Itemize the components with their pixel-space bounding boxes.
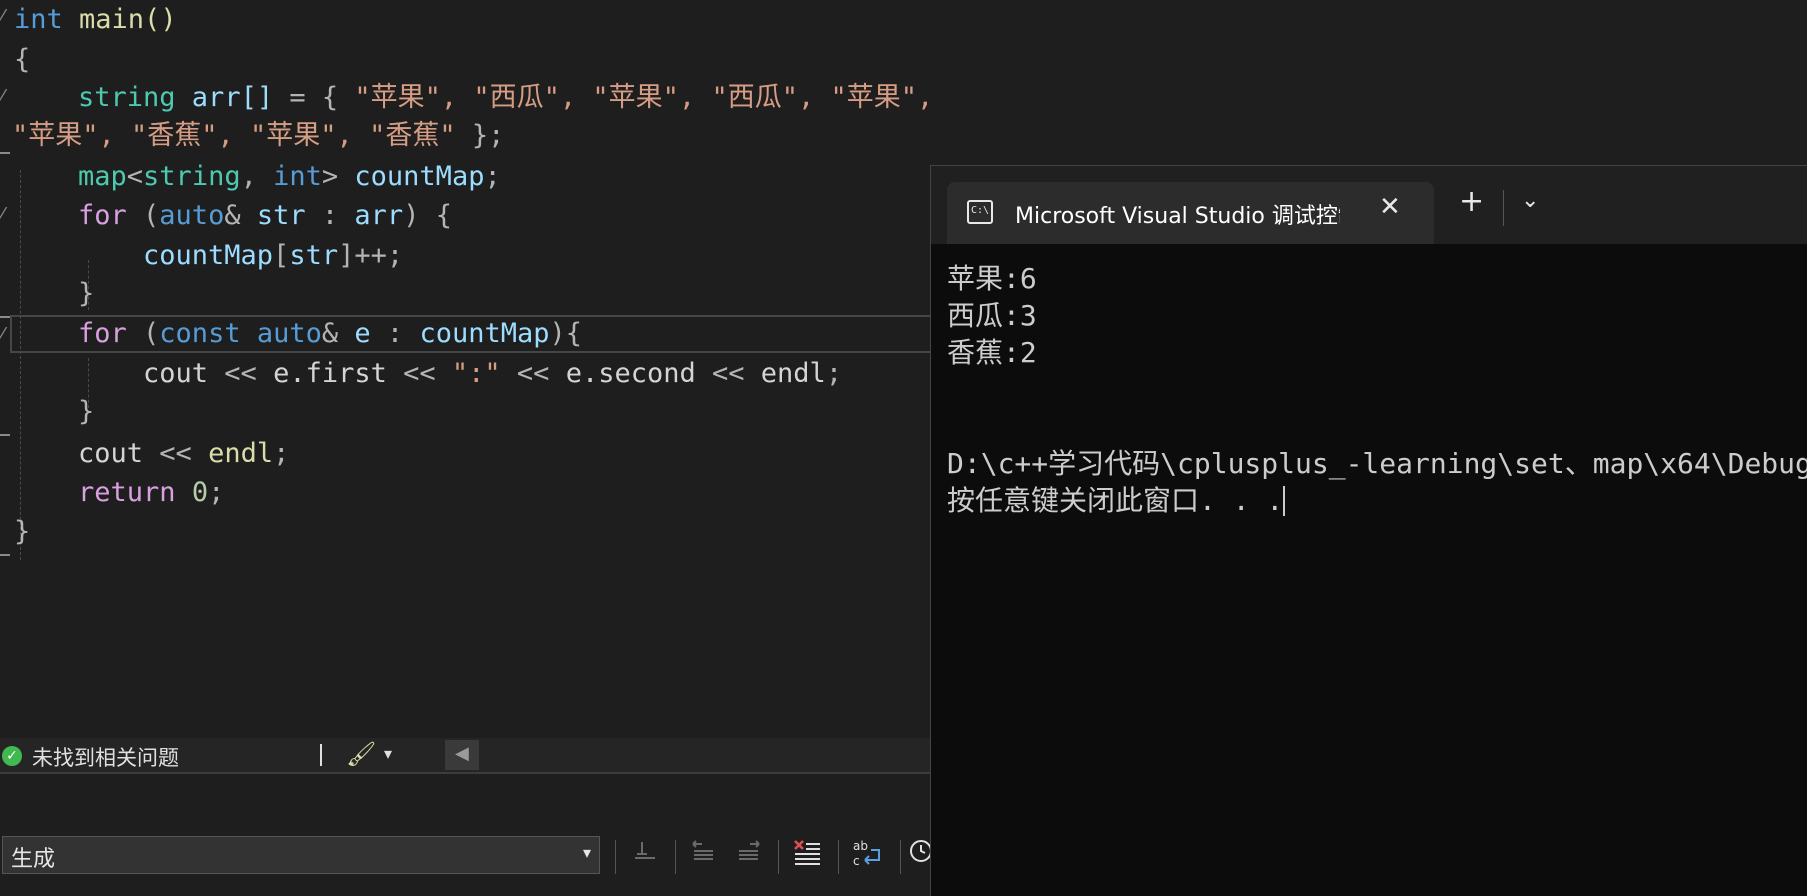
- code-line-4[interactable]: map<string, int> countMap;: [78, 157, 501, 197]
- code-line-7[interactable]: }: [78, 274, 94, 314]
- output-source-value: 生成: [11, 847, 56, 872]
- new-tab-button[interactable]: +: [1459, 184, 1484, 219]
- code-line-5[interactable]: for (auto& str : arr) {: [78, 196, 452, 236]
- prompt-line: 按任意键关闭此窗口. . .: [947, 482, 1807, 519]
- code-line-8[interactable]: for (const auto& e : countMap){: [78, 314, 582, 354]
- fold-end-marker: [0, 554, 10, 556]
- code-cleanup-brush-icon[interactable]: 🖌: [346, 740, 376, 768]
- output-line: 西瓜:3: [947, 299, 1037, 332]
- fold-marker-icon[interactable]: ⁄: [1, 204, 4, 225]
- code-line-9[interactable]: cout << e.first << ":" << e.second << en…: [143, 354, 842, 394]
- tab-title: Microsoft Visual Studio 调试控制台: [1015, 204, 1340, 229]
- indent-guide: [20, 170, 21, 560]
- find-message-icon[interactable]: [628, 838, 662, 876]
- output-panel: 生成 ▾ ab c: [0, 772, 930, 896]
- code-line-3-wrap[interactable]: "苹果", "香蕉", "苹果", "香蕉" };: [12, 116, 504, 156]
- output-source-select[interactable]: 生成 ▾: [2, 836, 600, 874]
- toolbar-divider: [615, 840, 616, 874]
- code-line-3[interactable]: string arr[] = { "苹果", "西瓜", "苹果", "西瓜",…: [78, 78, 930, 118]
- toolbar-divider: [838, 840, 839, 874]
- word-wrap-icon[interactable]: ab c: [850, 838, 884, 876]
- console-icon: C:\: [967, 200, 993, 224]
- fold-end-marker: [0, 434, 10, 436]
- code-line-13[interactable]: }: [14, 512, 30, 552]
- output-line: ​: [947, 371, 1807, 408]
- close-icon[interactable]: ✕: [1379, 192, 1401, 222]
- status-divider: [320, 744, 322, 766]
- code-line-1[interactable]: int main(): [14, 0, 177, 40]
- no-issues-text[interactable]: 未找到相关问题: [32, 742, 179, 772]
- clear-all-icon[interactable]: [790, 838, 824, 876]
- scroll-left-icon[interactable]: ◀: [455, 743, 469, 764]
- toolbar-divider: [900, 840, 901, 874]
- code-cleanup-dropdown-icon[interactable]: ▾: [384, 744, 392, 763]
- text-caret: [1283, 486, 1286, 516]
- output-line: 香蕉:2: [947, 336, 1037, 369]
- terminal-output[interactable]: 苹果:6西瓜:3香蕉:2​​D:\c++学习代码\cplusplus_-lear…: [947, 260, 1807, 896]
- toolbar-divider: [778, 840, 779, 874]
- prev-message-icon[interactable]: [686, 838, 720, 876]
- chevron-down-icon[interactable]: ⌄: [1521, 188, 1539, 213]
- code-line-10[interactable]: }: [78, 392, 94, 432]
- clock-icon[interactable]: [908, 838, 930, 876]
- code-line-6[interactable]: countMap[str]++;: [143, 236, 403, 276]
- output-line: D:\c++学习代码\cplusplus_-learning\set、map\x…: [947, 447, 1807, 480]
- code-editor[interactable]: ⁄ ⁄ ⁄ ⁄ int main() { string arr[] = { "苹…: [0, 0, 930, 738]
- svg-text:ab: ab: [853, 839, 868, 853]
- toolbar-divider: [675, 840, 676, 874]
- next-message-icon[interactable]: [732, 838, 766, 876]
- fold-end-marker: [0, 316, 10, 318]
- editor-status-bar: ✓ 未找到相关问题 🖌 ▾ ◀: [0, 738, 930, 772]
- output-line: ​: [947, 408, 1807, 445]
- code-line-2[interactable]: {: [14, 40, 30, 80]
- code-line-12[interactable]: return 0;: [78, 473, 224, 513]
- check-circle-icon: ✓: [2, 746, 22, 766]
- fold-end-marker: [0, 152, 10, 154]
- code-line-11[interactable]: cout << endl;: [78, 434, 289, 474]
- prompt-text: 按任意键关闭此窗口. . .: [947, 484, 1284, 517]
- terminal-titlebar[interactable]: C:\ Microsoft Visual Studio 调试控制台 ✕ + ⌄: [931, 166, 1807, 244]
- fold-marker-icon[interactable]: ⁄: [1, 6, 4, 27]
- svg-text:c: c: [853, 854, 860, 868]
- titlebar-divider: [1503, 190, 1504, 226]
- debug-console-window[interactable]: C:\ Microsoft Visual Studio 调试控制台 ✕ + ⌄ …: [930, 165, 1807, 896]
- fold-marker-icon[interactable]: ⁄: [1, 324, 4, 345]
- output-line: 苹果:6: [947, 262, 1037, 295]
- chevron-down-icon: ▾: [582, 843, 591, 862]
- terminal-tab[interactable]: C:\ Microsoft Visual Studio 调试控制台 ✕: [947, 182, 1434, 244]
- fold-marker-icon[interactable]: ⁄: [1, 86, 4, 107]
